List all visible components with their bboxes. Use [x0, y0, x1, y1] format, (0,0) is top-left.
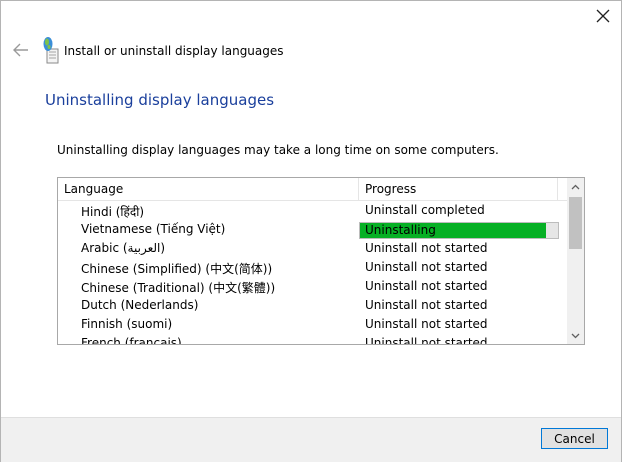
language-name: Finnish (suomi) [81, 317, 173, 331]
page-title: Uninstalling display languages [45, 91, 275, 109]
progress-status: Uninstall not started [365, 279, 488, 293]
scroll-thumb[interactable] [569, 197, 582, 249]
list-row[interactable]: Arabic (العربية) Uninstall not started [58, 240, 568, 259]
cancel-button[interactable]: Cancel [541, 428, 608, 449]
scroll-down-arrow-icon [571, 333, 580, 338]
list-row[interactable]: Dutch (Nederlands) Uninstall not started [58, 297, 568, 316]
list-row[interactable]: Hindi (हिंदी) Uninstall completed [58, 202, 568, 221]
language-name: Hindi (हिंदी) [81, 205, 145, 219]
description-text: Uninstalling display languages may take … [57, 143, 499, 157]
list-header: Language Progress [58, 178, 568, 201]
language-name: Chinese (Traditional) (中文(繁體)) [81, 281, 276, 295]
progress-status: Uninstalling [365, 223, 436, 237]
list-rows: Hindi (हिंदी) Uninstall completed Vietna… [58, 202, 568, 345]
progress-status: Uninstall completed [365, 203, 485, 217]
column-header-progress[interactable]: Progress [359, 178, 558, 200]
progress-status: Uninstall not started [365, 317, 488, 331]
language-list[interactable]: Language Progress Hindi (हिंदी) Uninstal… [57, 177, 585, 345]
language-name: Dutch (Nederlands) [81, 298, 199, 312]
progress-status: Uninstall not started [365, 260, 488, 274]
column-header-language[interactable]: Language [58, 178, 359, 200]
language-name: Vietnamese (Tiếng Việt) [81, 222, 226, 236]
scroll-down-button[interactable] [567, 327, 584, 344]
scroll-up-arrow-icon [571, 184, 580, 189]
list-row[interactable]: Chinese (Simplified) (中文(简体)) Uninstall … [58, 259, 568, 278]
vertical-scrollbar[interactable] [567, 178, 584, 344]
back-button[interactable] [11, 41, 31, 59]
uninstall-progress-bar: Uninstalling [359, 222, 559, 239]
list-row[interactable]: Vietnamese (Tiếng Việt) Uninstalling [58, 221, 568, 240]
language-globe-icon [41, 36, 61, 66]
back-arrow-icon [13, 43, 28, 57]
progress-status: Uninstall not started [365, 336, 488, 345]
scroll-up-button[interactable] [567, 178, 584, 195]
list-row[interactable]: Chinese (Traditional) (中文(繁體)) Uninstall… [58, 278, 568, 297]
dialog-footer: Cancel [1, 417, 621, 462]
progress-status: Uninstall not started [365, 298, 488, 312]
close-button[interactable] [587, 3, 619, 29]
dialog-window: Install or uninstall display languages U… [0, 0, 622, 462]
header-title: Install or uninstall display languages [64, 44, 284, 58]
language-name: Chinese (Simplified) (中文(简体)) [81, 262, 273, 276]
list-row[interactable]: Finnish (suomi) Uninstall not started [58, 316, 568, 335]
language-name: Arabic (العربية) [81, 241, 166, 255]
close-icon [596, 9, 610, 23]
progress-status: Uninstall not started [365, 241, 488, 255]
list-row[interactable]: French (français) Uninstall not started [58, 335, 568, 345]
language-name: French (français) [81, 336, 182, 345]
